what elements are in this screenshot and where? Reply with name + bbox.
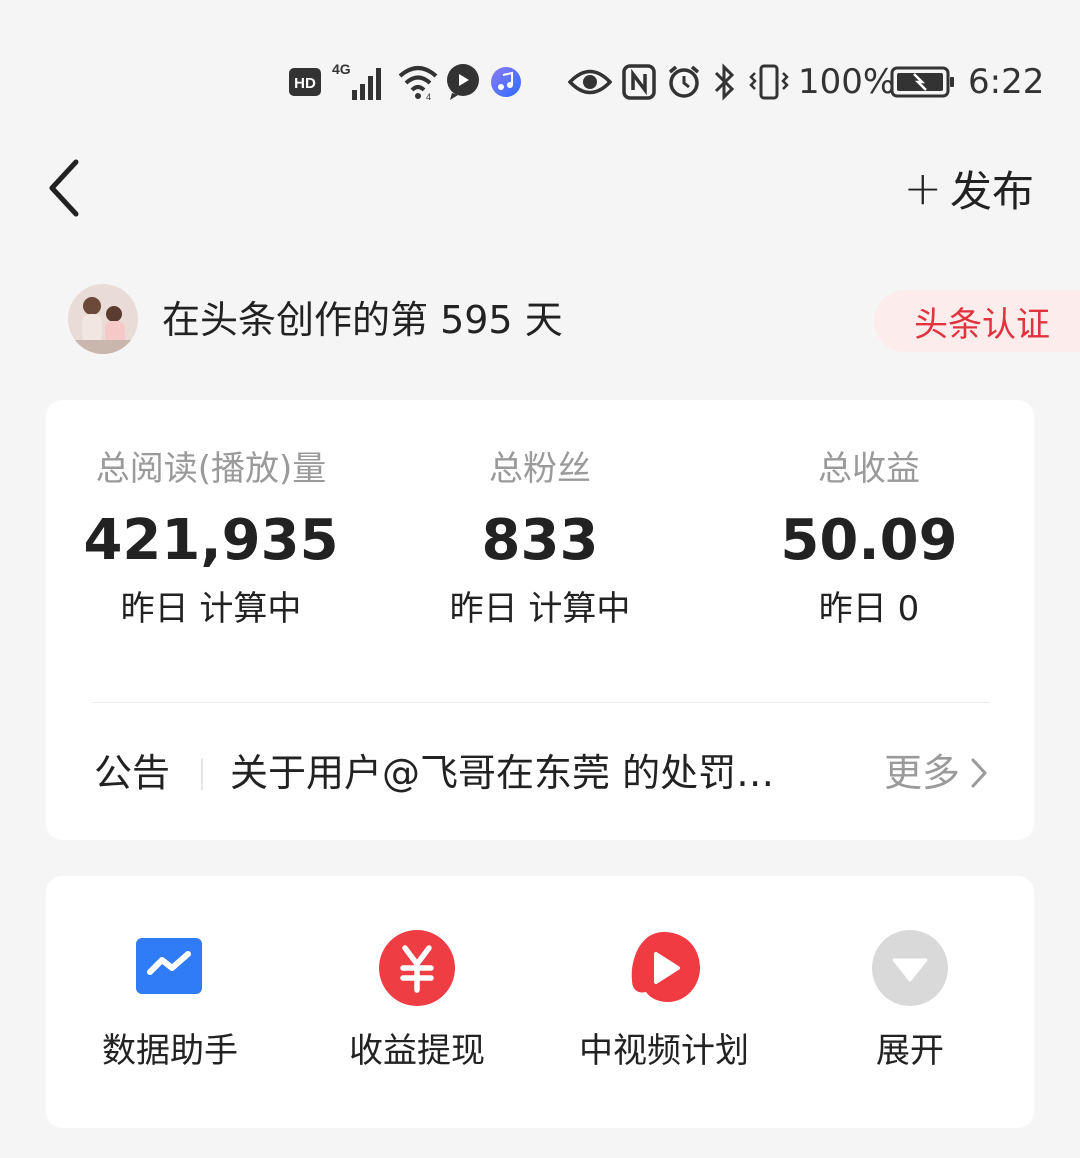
more-label: 更多 xyxy=(883,751,960,795)
yuan-withdraw-icon xyxy=(377,928,457,1008)
battery-percent: 100% xyxy=(798,62,896,102)
hd-badge-text: HD xyxy=(294,75,316,92)
stat-yesterday: 昨日 计算中 xyxy=(120,589,302,629)
stat-label: 总阅读(播放)量 xyxy=(95,449,327,489)
battery-icon xyxy=(890,52,956,112)
tool-label: 数据助手 xyxy=(102,1031,238,1071)
stat-yesterday: 昨日 计算中 xyxy=(449,589,631,629)
eye-icon xyxy=(568,52,612,112)
tool-income-withdraw[interactable]: 收益提现 xyxy=(307,928,527,1076)
avatar[interactable] xyxy=(68,284,138,354)
tool-label: 收益提现 xyxy=(349,1031,485,1071)
divider xyxy=(92,702,990,703)
chevron-right-icon xyxy=(971,758,987,788)
notice-separator xyxy=(201,758,203,790)
toutiao-verify-button[interactable]: 头条认证 xyxy=(874,290,1080,352)
stat-label: 总粉丝 xyxy=(489,449,591,489)
music-icon xyxy=(490,52,522,112)
tool-label: 展开 xyxy=(876,1031,944,1071)
notice-more-link[interactable]: 更多 xyxy=(884,746,990,800)
status-bar: HD 4G 4 100% 6:22 xyxy=(0,52,1080,112)
bluetooth-icon xyxy=(712,52,738,112)
data-assistant-icon xyxy=(130,928,210,1008)
stat-label: 总收益 xyxy=(818,449,920,489)
creation-days-text: 在头条创作的第 595 天 xyxy=(162,298,563,342)
hd-icon: HD xyxy=(288,52,322,112)
stat-total-reads[interactable]: 总阅读(播放)量 421,935 昨日 计算中 xyxy=(46,400,376,634)
tool-mid-video-plan[interactable]: 中视频计划 xyxy=(554,928,774,1076)
clock-time: 6:22 xyxy=(968,62,1045,102)
svg-text:4: 4 xyxy=(426,92,431,102)
stats-card: 总阅读(播放)量 421,935 昨日 计算中 总粉丝 833 昨日 计算中 总… xyxy=(46,400,1034,840)
publish-label: 发布 xyxy=(949,166,1034,216)
tools-card: 数据助手 收益提现 中视频计划 展开 xyxy=(46,876,1034,1128)
signal-icon: 4G xyxy=(330,52,388,112)
vibrate-icon xyxy=(748,52,790,112)
notice-text[interactable]: 关于用户@飞哥在东莞 的处罚… xyxy=(230,746,820,800)
notice-label: 公告 xyxy=(94,751,171,795)
tool-data-assistant[interactable]: 数据助手 xyxy=(60,928,280,1076)
video-play-icon xyxy=(624,928,704,1008)
stat-yesterday: 昨日 0 xyxy=(818,589,920,629)
tool-expand[interactable]: 展开 xyxy=(800,928,1020,1076)
stat-value: 50.09 xyxy=(780,508,958,573)
wifi-icon: 4 xyxy=(396,52,440,112)
message-icon xyxy=(444,52,482,112)
expand-down-icon xyxy=(870,928,950,1008)
stat-total-fans[interactable]: 总粉丝 833 昨日 计算中 xyxy=(375,400,705,634)
stat-total-income[interactable]: 总收益 50.09 昨日 0 xyxy=(704,400,1034,634)
tool-label: 中视频计划 xyxy=(579,1031,749,1071)
alarm-icon xyxy=(666,52,702,112)
publish-button[interactable]: + 发布 xyxy=(903,158,1034,218)
nfc-icon xyxy=(622,52,656,112)
plus-icon: + xyxy=(903,161,942,215)
network-type: 4G xyxy=(332,61,351,77)
chevron-left-icon xyxy=(49,159,79,217)
stat-value: 833 xyxy=(481,508,599,573)
back-button[interactable] xyxy=(40,158,100,218)
stat-value: 421,935 xyxy=(83,508,339,573)
